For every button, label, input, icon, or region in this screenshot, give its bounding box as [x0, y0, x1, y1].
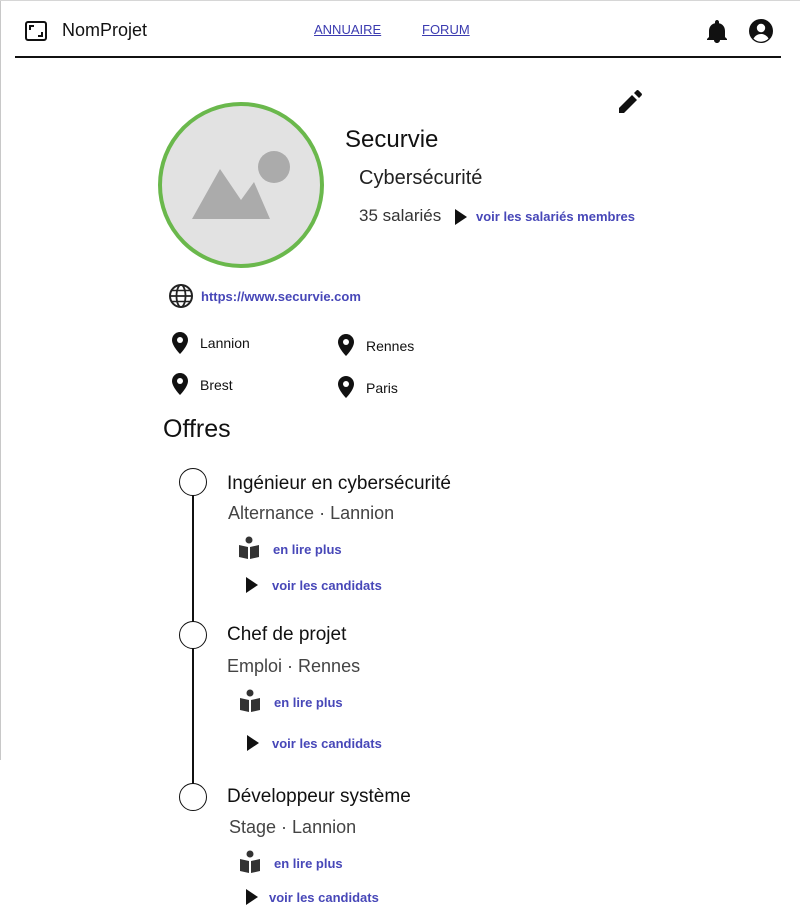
view-candidates-link[interactable]: voir les candidats [272, 578, 382, 593]
logo-frame-icon [25, 21, 47, 41]
play-arrow-icon[interactable] [245, 576, 259, 594]
reader-book-icon [239, 536, 259, 559]
play-arrow-icon[interactable] [246, 734, 260, 752]
reader-book-icon [240, 689, 260, 712]
reader-book-icon [240, 850, 260, 873]
company-avatar [158, 102, 324, 268]
offer-meta: Emploi · Rennes [227, 656, 361, 676]
location-label: Rennes [366, 338, 415, 354]
app-name[interactable]: NomProjet [62, 20, 147, 41]
view-candidates-link[interactable]: voir les candidats [269, 890, 379, 905]
offer-city: Lannion [330, 503, 395, 523]
edit-pencil-icon[interactable] [616, 88, 644, 116]
account-circle-icon[interactable] [748, 18, 774, 44]
read-more-link[interactable]: en lire plus [274, 695, 343, 710]
employee-count: 35 salariés [359, 206, 442, 225]
location-pin-icon [338, 376, 354, 398]
timeline-node [179, 468, 207, 496]
bell-icon[interactable] [705, 18, 729, 44]
offer-meta: Stage · Lannion [229, 817, 357, 837]
location-pin-icon [172, 373, 188, 395]
timeline-node [179, 621, 207, 649]
offer-meta: Alternance · Lannion [228, 503, 395, 523]
read-more-link[interactable]: en lire plus [274, 856, 343, 871]
read-more-link[interactable]: en lire plus [273, 542, 342, 557]
company-sector: Cybersécurité [359, 167, 483, 189]
play-arrow-icon[interactable] [245, 888, 259, 906]
offer-title[interactable]: Chef de projet [227, 624, 346, 646]
offers-section-title: Offres [163, 415, 231, 443]
website-link[interactable]: https://www.securvie.com [201, 289, 361, 304]
offer-title[interactable]: Ingénieur en cybersécurité [227, 473, 451, 495]
nav-link-forum[interactable]: FORUM [422, 22, 470, 37]
offer-city: Lannion [292, 817, 357, 837]
frame-left-border [0, 0, 1, 760]
location-label: Paris [366, 380, 398, 396]
company-name: Securvie [345, 126, 439, 153]
view-candidates-link[interactable]: voir les candidats [272, 736, 382, 751]
globe-icon [169, 284, 193, 308]
offer-type: Emploi [227, 656, 283, 676]
location-label: Lannion [200, 335, 250, 351]
top-navbar: NomProjet ANNUAIRE FORUM [15, 0, 781, 58]
location-pin-icon [338, 334, 354, 356]
timeline-node [179, 783, 207, 811]
nav-link-annuaire[interactable]: ANNUAIRE [314, 22, 381, 37]
location-pin-icon [172, 332, 188, 354]
view-members-link[interactable]: voir les salariés membres [476, 209, 635, 224]
offer-title[interactable]: Développeur système [227, 786, 411, 808]
offer-city: Rennes [298, 656, 361, 676]
offer-type: Alternance [228, 503, 315, 523]
offer-type: Stage [229, 817, 277, 837]
play-arrow-icon[interactable] [454, 208, 468, 226]
location-label: Brest [200, 377, 233, 393]
image-placeholder-icon [192, 151, 290, 219]
